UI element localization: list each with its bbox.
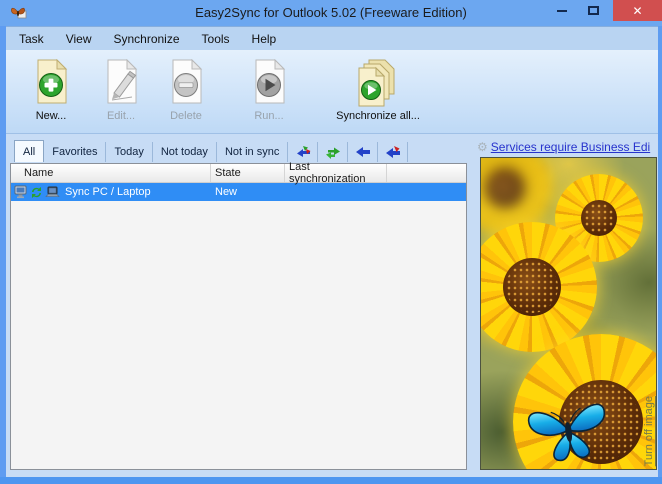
close-button[interactable]: ✕ xyxy=(613,0,662,21)
edit-button: Edit... xyxy=(86,59,156,122)
delete-button: Delete xyxy=(151,59,221,122)
sunflower-large-left xyxy=(481,222,597,352)
row-state: New xyxy=(215,186,238,198)
tab-two-way-sync-icon[interactable] xyxy=(288,142,319,162)
menu-view[interactable]: View xyxy=(55,32,103,46)
new-button[interactable]: New... xyxy=(16,59,86,122)
tab-all[interactable]: All xyxy=(14,140,45,162)
task-list: Name State Last synchronization Sync PC … xyxy=(10,161,467,470)
row-name: Sync PC / Laptop xyxy=(65,186,151,198)
title-bar: Easy2Sync for Outlook 5.02 (Freeware Edi… xyxy=(0,0,662,26)
column-header-name[interactable]: Name xyxy=(11,164,211,182)
tab-blue-left-arrow-red-icon[interactable] xyxy=(378,142,409,162)
synchronize-all-button-label: Synchronize all... xyxy=(336,110,420,122)
tab-not-in-sync[interactable]: Not in sync xyxy=(217,142,289,162)
menu-help[interactable]: Help xyxy=(241,32,288,46)
services-link[interactable]: Services require Business Edi xyxy=(491,140,650,154)
document-play-icon xyxy=(234,59,304,107)
menu-task[interactable]: Task xyxy=(8,32,55,46)
sync-arrows-icon xyxy=(32,186,41,198)
minimize-button[interactable] xyxy=(548,0,576,21)
sunflower-image: Turn off image xyxy=(480,157,657,470)
menu-synchronize[interactable]: Synchronize xyxy=(102,32,190,46)
new-button-label: New... xyxy=(35,110,67,122)
gear-icon: ⚙ xyxy=(477,139,488,154)
tab-not-today[interactable]: Not today xyxy=(153,142,217,162)
window-border-bottom xyxy=(0,477,662,484)
toolbar: New... Edit... Delete Run... Synchronize… xyxy=(0,50,662,134)
column-header-last-synchronization[interactable]: Last synchronization xyxy=(285,161,387,185)
tab-green-sync-arrows-icon[interactable] xyxy=(318,142,349,162)
tab-blue-left-arrow-icon[interactable] xyxy=(348,142,379,162)
documents-sync-icon xyxy=(326,59,430,107)
run-button-label: Run... xyxy=(254,110,284,122)
app-window: Easy2Sync for Outlook 5.02 (Freeware Edi… xyxy=(0,0,662,484)
minimize-icon xyxy=(557,9,567,12)
blue-butterfly-icon xyxy=(519,394,620,469)
menu-bar: Task View Synchronize Tools Help xyxy=(0,26,662,50)
laptop-icon xyxy=(45,186,60,197)
document-add-icon xyxy=(16,59,86,107)
edit-button-label: Edit... xyxy=(106,110,136,122)
row-icons xyxy=(14,185,60,199)
services-link-row: ⚙ Services require Business Edi xyxy=(477,138,659,155)
window-border-left xyxy=(0,26,6,484)
turn-off-image-link[interactable]: Turn off image xyxy=(643,396,655,466)
list-header: Name State Last synchronization xyxy=(11,161,466,185)
tab-favorites[interactable]: Favorites xyxy=(44,142,107,162)
delete-button-label: Delete xyxy=(170,110,202,122)
column-header-state[interactable]: State xyxy=(211,164,285,182)
desktop-pc-icon xyxy=(14,185,27,199)
filter-tabs: All Favorites Today Not today Not in syn… xyxy=(14,140,409,162)
window-border-right xyxy=(658,26,662,484)
tab-today[interactable]: Today xyxy=(106,142,153,162)
maximize-icon xyxy=(587,6,599,15)
menu-tools[interactable]: Tools xyxy=(191,32,241,46)
synchronize-all-button[interactable]: Synchronize all... xyxy=(326,59,430,122)
document-pencil-icon xyxy=(86,59,156,107)
maximize-button[interactable] xyxy=(579,0,607,21)
document-minus-icon xyxy=(151,59,221,107)
table-row[interactable]: Sync PC / Laptop New xyxy=(11,183,466,201)
run-button: Run... xyxy=(234,59,304,122)
